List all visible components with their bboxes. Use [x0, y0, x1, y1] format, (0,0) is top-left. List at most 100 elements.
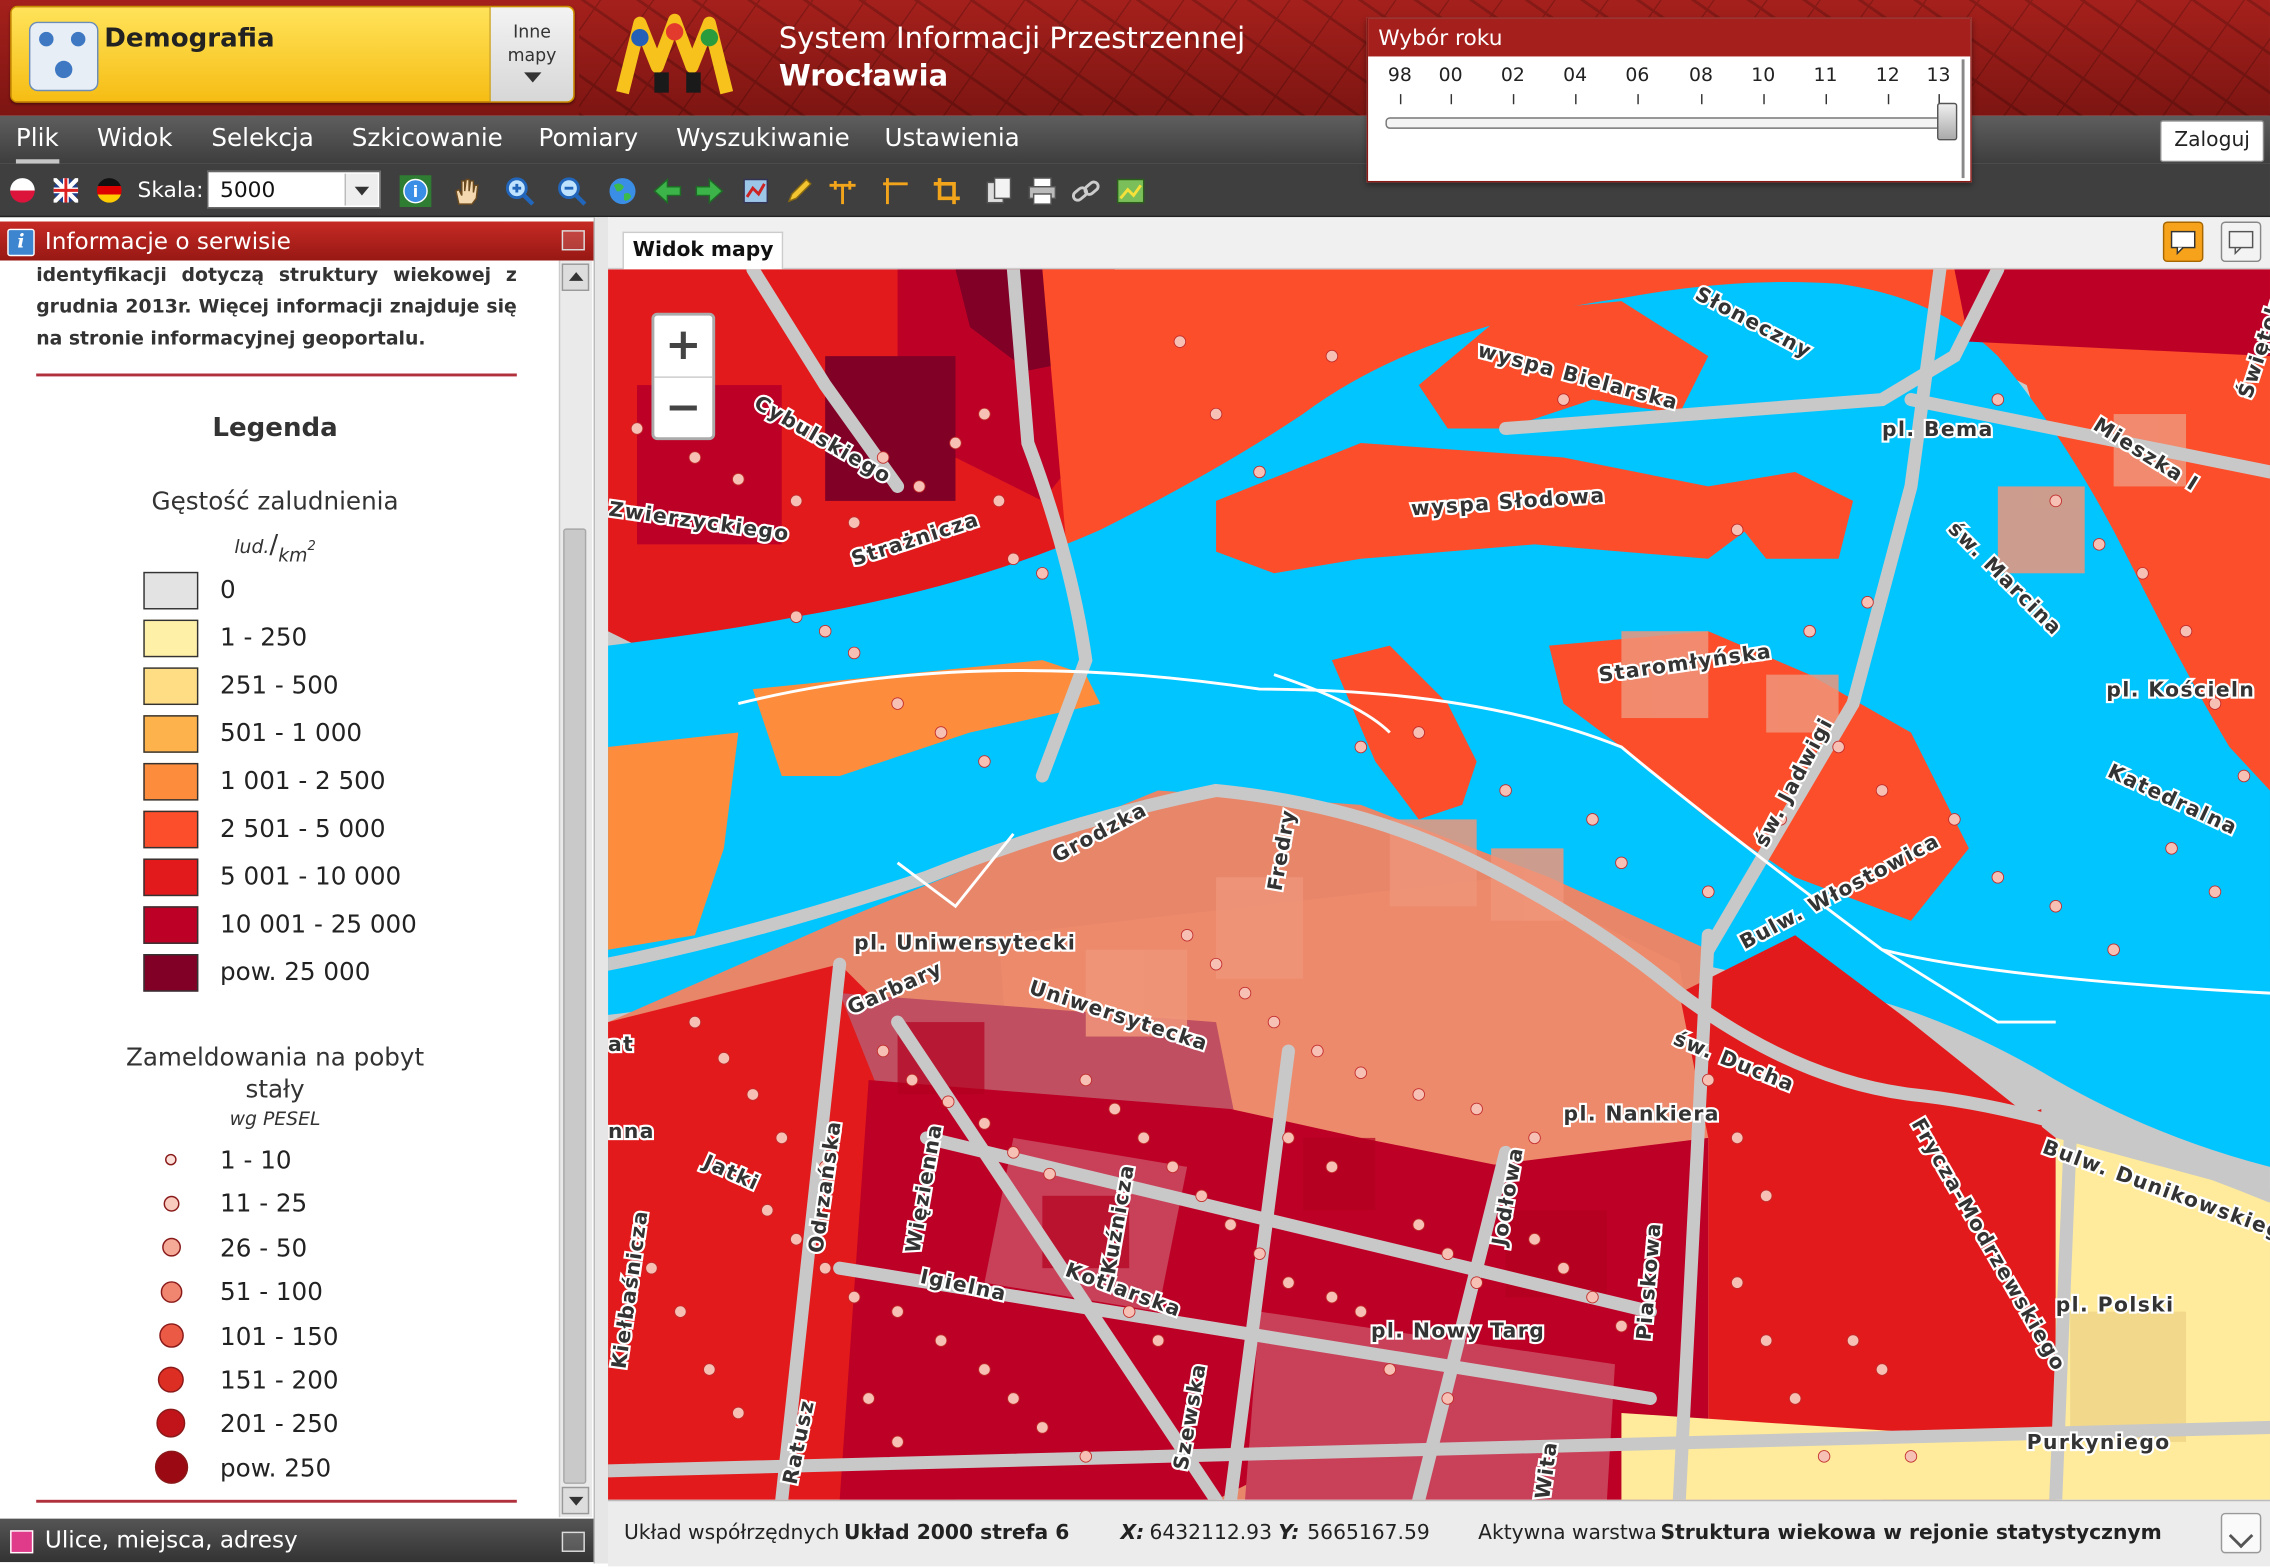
pencil-icon[interactable] [783, 175, 815, 207]
registration-class-label: 11 - 25 [220, 1190, 308, 1220]
app-selector[interactable]: Demografia Inne mapy [10, 5, 575, 103]
year-tick-label[interactable]: 11 [1804, 65, 1847, 87]
print-icon[interactable] [1026, 175, 1058, 207]
scale-value: 5000 [220, 176, 276, 203]
comment-outline-icon[interactable] [2220, 221, 2262, 263]
registration-class-label: 201 - 250 [220, 1410, 339, 1440]
density-class-label: 2 501 - 5 000 [220, 815, 386, 845]
restore-window-icon[interactable] [561, 230, 585, 251]
zoom-in-icon[interactable] [504, 175, 536, 207]
year-tick-label[interactable]: 98 [1378, 65, 1421, 87]
zoom-out-icon[interactable] [556, 175, 588, 207]
population-dot [1441, 1247, 1454, 1260]
service-intro-text: identyfikacji dotyczą struktury wiekowej… [36, 264, 517, 351]
info-panel-header[interactable]: i Informacje o serwisie [0, 221, 594, 261]
population-dot [2179, 624, 2193, 638]
menu-item-szkicowanie[interactable]: Szkicowanie [352, 116, 503, 164]
registrations-subtitle: wg PESEL [229, 1108, 321, 1131]
population-dot [1528, 1131, 1541, 1145]
measure-angle-icon[interactable] [879, 175, 911, 207]
pan-hand-icon[interactable] [450, 175, 482, 207]
year-tick-label[interactable]: 08 [1679, 65, 1722, 87]
density-unit-num: lud. [234, 537, 270, 559]
year-tick [1450, 94, 1453, 105]
info-panel-scrollbar[interactable] [558, 260, 593, 1518]
year-tick-label[interactable]: 04 [1553, 65, 1596, 87]
other-maps-button[interactable]: Inne mapy [489, 7, 574, 102]
chevron-down-icon[interactable] [2220, 1512, 2262, 1554]
year-tick-label[interactable]: 06 [1616, 65, 1659, 87]
population-dot [1036, 1421, 1049, 1434]
menu-item-selekcja[interactable]: Selekcja [211, 116, 313, 164]
map-label-pl-koscielny: pl. Kościeln [2106, 677, 2255, 701]
population-dot [1224, 1218, 1237, 1231]
zoom-out-button[interactable]: − [654, 378, 712, 439]
image-export-icon[interactable] [1115, 175, 1147, 207]
menu-item-pomiary[interactable]: Pomiary [539, 116, 639, 164]
link-icon[interactable] [1070, 175, 1102, 207]
map-export-icon[interactable] [740, 175, 772, 207]
menu-item-ustawienia[interactable]: Ustawienia [885, 116, 1020, 164]
measure-distance-icon[interactable] [827, 175, 859, 207]
zoom-in-button[interactable]: + [654, 316, 713, 378]
density-swatch [143, 715, 199, 753]
registration-class-label: 1 - 10 [220, 1146, 292, 1176]
density-swatch [143, 954, 199, 992]
density-unit: lud./km2 [234, 529, 316, 568]
scale-label: Skala: [137, 176, 204, 203]
year-slider-thumb[interactable] [1937, 102, 1958, 141]
other-maps-label: Inne mapy [507, 21, 557, 66]
comment-icon[interactable] [2162, 221, 2204, 263]
density-class-label: 0 [220, 576, 236, 606]
scroll-thumb[interactable] [563, 528, 587, 1484]
population-dot [1803, 624, 1816, 638]
scroll-down-icon[interactable] [561, 1486, 590, 1515]
population-dot [2107, 943, 2120, 956]
population-dot [913, 480, 926, 493]
year-tick [1512, 94, 1515, 105]
globe-icon[interactable] [607, 175, 639, 207]
flag-en-icon[interactable] [52, 176, 80, 205]
density-swatch [143, 762, 199, 801]
year-tick-label[interactable]: 12 [1866, 65, 1909, 87]
scroll-up-icon[interactable] [561, 263, 590, 291]
menu-item-wyszukiwanie[interactable]: Wyszukiwanie [676, 116, 850, 164]
population-dot [1253, 1247, 1266, 1260]
population-dot [891, 697, 904, 710]
divider [36, 373, 517, 377]
copy-icon[interactable] [983, 175, 1015, 207]
population-dot [630, 422, 644, 435]
population-dot [1173, 335, 1187, 348]
density-unit-den: km [278, 545, 308, 568]
scale-select[interactable]: 5000 [207, 170, 381, 209]
density-class-label: 251 - 500 [220, 671, 339, 701]
year-tick-label[interactable]: 13 [1917, 65, 1960, 87]
year-tick-label[interactable]: 02 [1491, 65, 1534, 87]
population-dot [674, 1305, 687, 1318]
active-layer-value: Struktura wiekowa w rejonie statystyczny… [1660, 1521, 2162, 1545]
flag-pl-icon[interactable] [10, 178, 35, 203]
login-button[interactable]: Zaloguj [2159, 120, 2265, 163]
tab-map-view[interactable]: Widok mapy [622, 231, 784, 270]
flag-de-icon[interactable] [96, 178, 122, 203]
map-label-pl-nankiera: pl. Nankiera [1564, 1102, 1720, 1126]
density-swatch [143, 571, 199, 610]
registrations-legend-title-line2: stały [245, 1075, 305, 1105]
population-dot [1846, 1334, 1860, 1347]
address-panel-header[interactable]: Ulice, miejsca, adresy [0, 1518, 594, 1563]
year-tick-label[interactable]: 00 [1429, 65, 1472, 87]
restore-window-icon[interactable] [561, 1531, 585, 1552]
crop-icon[interactable] [931, 175, 963, 207]
year-slider-track[interactable] [1385, 117, 1953, 129]
back-arrow-icon[interactable] [651, 175, 683, 207]
menu-item-plik[interactable]: Plik [15, 116, 59, 164]
map-canvas[interactable]: wyspa Bielarska wyspa Słodowa Słoneczny … [608, 269, 2270, 1500]
forward-arrow-icon[interactable] [693, 175, 725, 207]
population-dot [2049, 900, 2062, 913]
density-class-label: 1 001 - 2 500 [220, 767, 386, 797]
year-tick-label[interactable]: 10 [1742, 65, 1785, 87]
population-dot [1991, 393, 2005, 406]
year-tick [1575, 94, 1577, 105]
info-icon[interactable]: i [399, 175, 432, 208]
menu-item-widok[interactable]: Widok [97, 116, 173, 164]
